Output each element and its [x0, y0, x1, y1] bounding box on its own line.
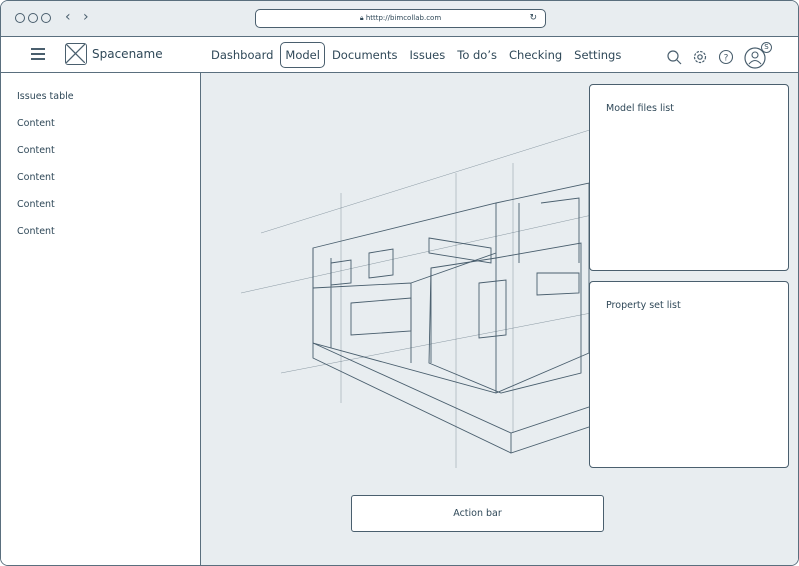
tab-documents[interactable]: Documents: [327, 42, 403, 68]
window-dot[interactable]: [28, 13, 38, 23]
main-nav: Dashboard Model Documents Issues To do’s…: [206, 42, 628, 68]
window-dot[interactable]: [41, 13, 51, 23]
forward-icon[interactable]: ›: [83, 9, 89, 25]
sidebar-item-issues-table[interactable]: Issues table: [17, 91, 200, 102]
tab-settings[interactable]: Settings: [569, 42, 626, 68]
avatar-badge: S: [761, 42, 772, 53]
svg-text:?: ?: [724, 54, 729, 64]
back-icon[interactable]: ‹: [65, 9, 71, 25]
avatar[interactable]: S: [744, 42, 772, 69]
property-set-panel: Property set list: [589, 281, 789, 468]
model-viewer[interactable]: Model files list Property set list Actio…: [201, 73, 798, 565]
logo-icon: [65, 43, 87, 65]
sidebar-item[interactable]: Content: [17, 118, 200, 129]
space-name: Spacename: [92, 47, 163, 61]
search-icon[interactable]: [666, 49, 682, 65]
tab-issues[interactable]: Issues: [405, 42, 451, 68]
reload-icon[interactable]: ↻: [529, 10, 537, 27]
top-nav: Spacename Dashboard Model Documents Issu…: [1, 37, 798, 73]
tab-dashboard[interactable]: Dashboard: [206, 42, 278, 68]
url-text: htttp://bimcollab.com: [365, 14, 442, 22]
model-files-panel: Model files list: [589, 84, 789, 271]
sidebar-item[interactable]: Content: [17, 145, 200, 156]
window-dot[interactable]: [15, 13, 25, 23]
sidebar: Issues table Content Content Content Con…: [1, 73, 201, 565]
action-bar[interactable]: Action bar: [351, 495, 604, 532]
sidebar-item[interactable]: Content: [17, 199, 200, 210]
tab-model[interactable]: Model: [280, 42, 325, 68]
model-files-title: Model files list: [606, 103, 674, 114]
tab-todos[interactable]: To do’s: [452, 42, 502, 68]
property-set-title: Property set list: [606, 300, 681, 311]
help-icon[interactable]: ?: [718, 49, 734, 65]
browser-window: ‹ › 🔒︎ htttp://bimcollab.com ↻ Spacename …: [0, 0, 799, 566]
tab-checking[interactable]: Checking: [504, 42, 567, 68]
browser-chrome: ‹ › 🔒︎ htttp://bimcollab.com ↻: [1, 1, 798, 37]
address-bar[interactable]: 🔒︎ htttp://bimcollab.com ↻: [255, 9, 546, 28]
sidebar-item[interactable]: Content: [17, 172, 200, 183]
sidebar-item[interactable]: Content: [17, 226, 200, 237]
menu-icon[interactable]: [31, 48, 45, 63]
gear-icon[interactable]: [692, 49, 708, 65]
